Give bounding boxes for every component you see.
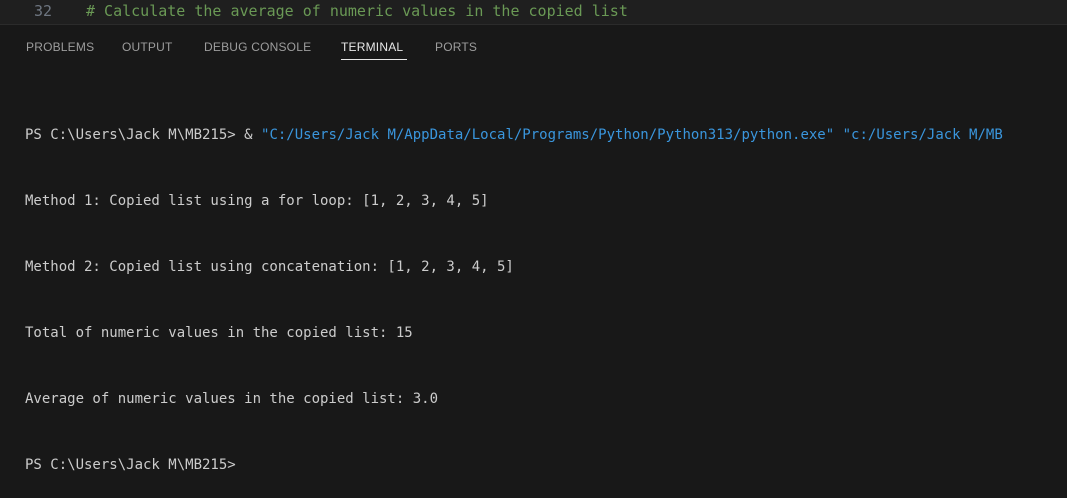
panel-tab-bar: PROBLEMS OUTPUT DEBUG CONSOLE TERMINAL P… <box>0 25 1067 68</box>
terminal-final-prompt: PS C:\Users\Jack M\MB215> <box>25 457 236 473</box>
tab-debug-console[interactable]: DEBUG CONSOLE <box>204 40 311 54</box>
terminal-output[interactable]: PS C:\Users\Jack M\MB215> & "C:/Users/Ja… <box>25 80 1067 498</box>
tab-output[interactable]: OUTPUT <box>122 40 173 54</box>
code-comment[interactable]: # Calculate the average of numeric value… <box>86 0 628 22</box>
output-line: Method 1: Copied list using a for loop: … <box>25 193 489 209</box>
tab-terminal[interactable]: TERMINAL <box>341 40 403 54</box>
line-number: 32 <box>34 2 53 20</box>
output-line: Method 2: Copied list using concatenatio… <box>25 259 514 275</box>
output-line: Average of numeric values in the copied … <box>25 391 439 407</box>
tab-ports[interactable]: PORTS <box>435 40 477 54</box>
tab-problems[interactable]: PROBLEMS <box>26 40 94 54</box>
terminal-command-line: PS C:\Users\Jack M\MB215> & "C:/Users/Ja… <box>25 124 1067 146</box>
command-operator: & <box>235 127 262 143</box>
editor-code-line: 32 # Calculate the average of numeric va… <box>0 0 1067 25</box>
python-path: "C:/Users/Jack M/AppData/Local/Programs/… <box>261 127 835 143</box>
terminal-prompt: PS C:\Users\Jack M\MB215> <box>25 127 236 143</box>
script-path: "c:/Users/Jack M/MB <box>834 127 1003 143</box>
active-tab-indicator <box>341 59 407 60</box>
output-line: Total of numeric values in the copied li… <box>25 325 413 341</box>
